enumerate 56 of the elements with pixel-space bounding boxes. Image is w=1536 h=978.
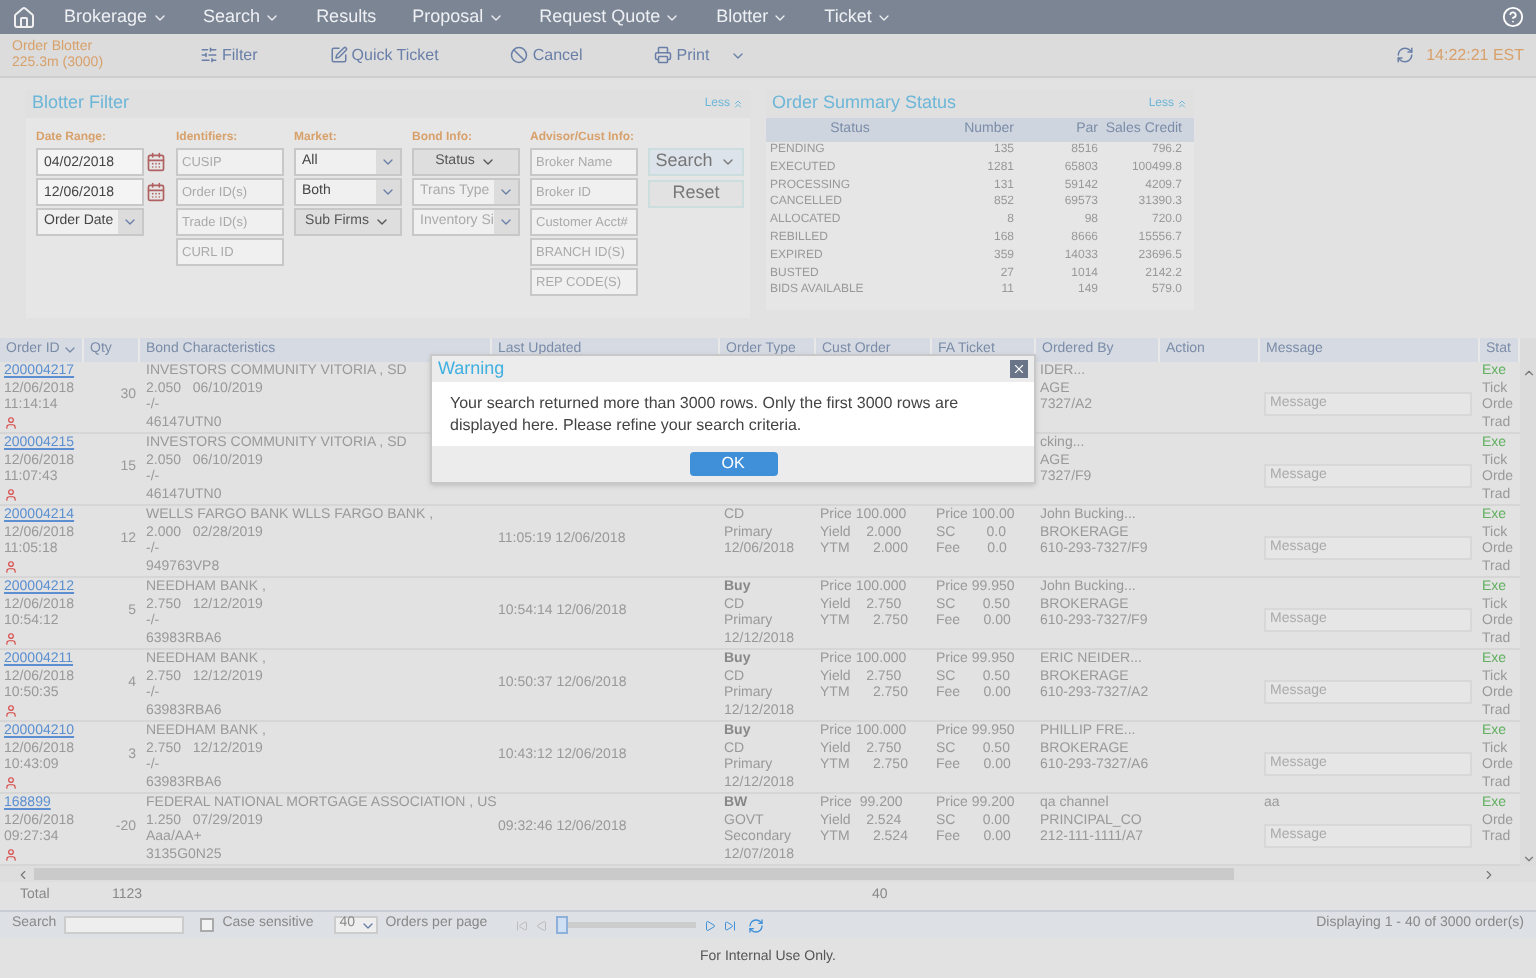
search-field[interactable] — [64, 916, 185, 934]
person-icon — [4, 847, 18, 861]
scroll-right-icon[interactable] — [1482, 867, 1496, 881]
toolbar-button[interactable]: Filter — [200, 43, 258, 67]
refresh-icon[interactable] — [1396, 46, 1415, 64]
dialog-message: Your search returned more than 3000 rows. Only the first 3000 rows are displayed here. Please refine your search criteria. — [450, 392, 961, 436]
person-icon — [4, 559, 18, 573]
last-page-icon[interactable] — [723, 919, 736, 931]
nav-menu-item[interactable]: Request Quote — [539, 3, 681, 31]
collapse-icon — [1176, 98, 1188, 110]
person-icon — [4, 775, 18, 789]
toolbar-button[interactable]: Print — [654, 43, 746, 67]
ticket-icon — [329, 46, 348, 64]
cancel-icon — [510, 46, 529, 64]
collapse-icon — [732, 98, 744, 110]
horizontal-scrollbar[interactable] — [0, 866, 1536, 882]
person-icon — [4, 703, 18, 717]
person-icon — [4, 415, 18, 429]
calendar-icon[interactable] — [146, 152, 166, 172]
panel-title: Blotter Filter — [32, 90, 130, 117]
home-icon[interactable] — [12, 5, 36, 29]
vertical-scrollbar[interactable] — [1520, 338, 1536, 866]
toolbar-button[interactable]: Quick Ticket — [329, 43, 439, 67]
ok-button[interactable]: OK — [689, 452, 777, 476]
panel-title: Order Summary Status — [772, 90, 957, 117]
nav-menu-item[interactable]: Ticket — [824, 3, 892, 31]
calendar-icon[interactable] — [146, 182, 166, 202]
scroll-left-icon[interactable] — [16, 867, 30, 881]
reset-button[interactable]: Reset — [648, 180, 744, 208]
clock-time: 14:22:21 EST — [1426, 43, 1524, 67]
person-icon — [4, 487, 18, 501]
slider-thumb[interactable] — [555, 916, 568, 934]
next-page-icon[interactable] — [703, 919, 716, 931]
nav-menu-item[interactable]: Results — [316, 3, 377, 31]
close-button[interactable] — [1010, 360, 1028, 378]
nav-menu-item[interactable]: Proposal — [412, 3, 504, 31]
nav-menu-item[interactable]: Brokerage — [64, 3, 168, 31]
help-icon[interactable] — [1502, 6, 1524, 28]
previous-page-icon[interactable] — [535, 919, 548, 931]
print-icon — [654, 46, 673, 64]
nav-menu-item[interactable]: Search — [203, 3, 281, 31]
person-icon — [4, 631, 18, 645]
filter-icon — [200, 46, 218, 64]
caret-icon — [720, 154, 737, 170]
toolbar-button[interactable]: Cancel — [510, 43, 583, 67]
scroll-down-icon[interactable] — [1521, 852, 1535, 866]
first-page-icon[interactable] — [515, 919, 528, 931]
page-slider[interactable] — [555, 916, 696, 934]
dialog-title: Warning — [438, 355, 505, 382]
caret-icon — [61, 342, 78, 358]
scroll-up-icon[interactable] — [1521, 366, 1535, 380]
caret-icon — [122, 214, 138, 230]
search-button[interactable]: Search — [648, 148, 744, 176]
refresh-icon[interactable] — [747, 917, 764, 933]
checkbox[interactable] — [200, 918, 215, 932]
nav-menu-item[interactable]: Blotter — [716, 3, 789, 31]
